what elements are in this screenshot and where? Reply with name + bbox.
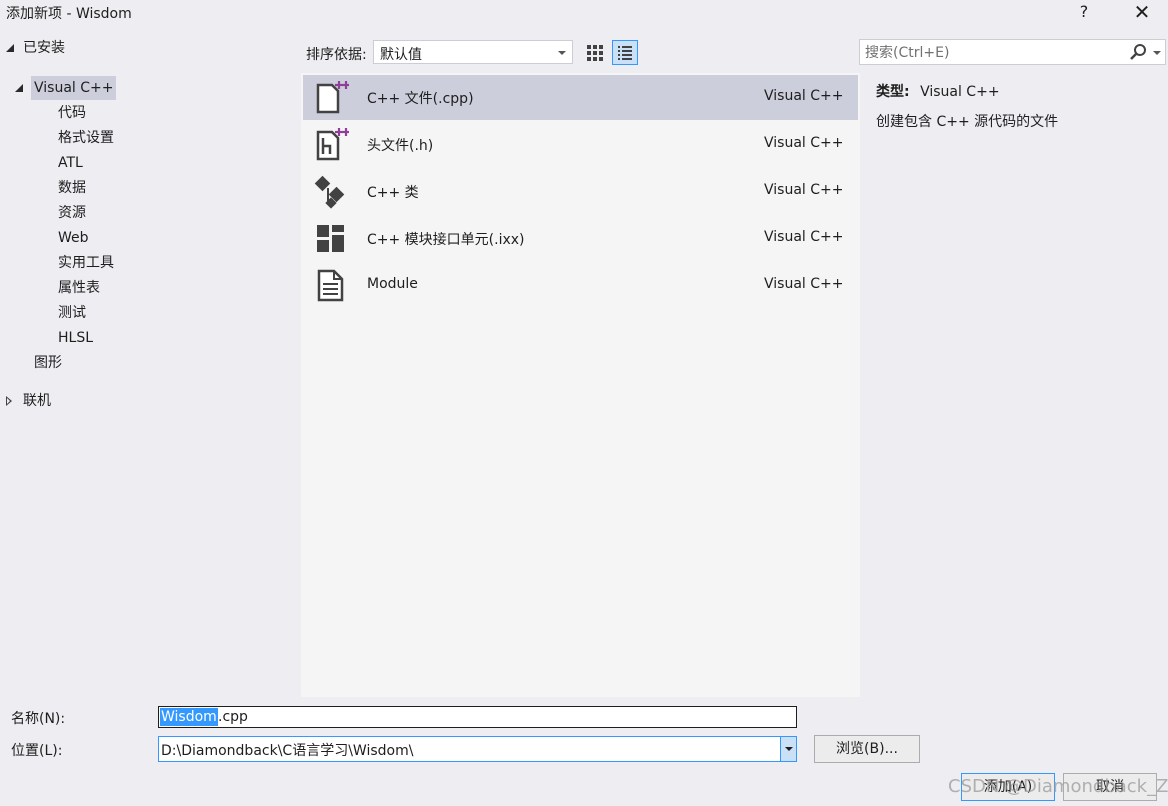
browse-button[interactable]: 浏览(B)...: [814, 735, 920, 763]
location-dropdown-button[interactable]: [780, 737, 796, 761]
tree-item-hlsl[interactable]: HLSL: [58, 326, 93, 350]
title-bar: 添加新项 - Wisdom ? ✕: [0, 0, 1168, 26]
module-document-icon: [317, 269, 344, 302]
template-language: Visual C++: [764, 88, 844, 104]
template-language: Visual C++: [764, 229, 844, 245]
template-name: Module: [367, 276, 418, 292]
search-icon[interactable]: [1129, 43, 1147, 61]
template-item-cpp-file[interactable]: C++ 文件(.cpp) Visual C++: [303, 75, 858, 120]
tree-item-formatting[interactable]: 格式设置: [58, 126, 114, 150]
search-input[interactable]: [860, 40, 1127, 66]
template-name: C++ 文件(.cpp): [367, 91, 474, 107]
template-item-cpp-class[interactable]: C++ 类 Visual C++: [303, 169, 858, 214]
template-category-tree: 已安装 Visual C++ 代码 格式设置 ATL 数据 资源 Web 实用工…: [0, 30, 300, 700]
template-item-module[interactable]: Module Visual C++: [303, 263, 858, 308]
details-type-row: 类型: Visual C++: [876, 82, 1161, 112]
name-extension-text: .cpp: [218, 709, 248, 725]
search-box[interactable]: [859, 39, 1166, 66]
grid-view-icon: [587, 45, 603, 61]
template-language: Visual C++: [764, 276, 844, 292]
header-file-icon: [316, 128, 349, 161]
tree-item-web[interactable]: Web: [58, 226, 89, 250]
template-item-module-interface[interactable]: C++ 模块接口单元(.ixx) Visual C++: [303, 216, 858, 261]
template-language: Visual C++: [764, 182, 844, 198]
cpp-file-icon: [316, 81, 349, 114]
tree-item-atl[interactable]: ATL: [58, 151, 83, 175]
name-label: 名称(N):: [11, 711, 66, 727]
location-value: D:\Diamondback\C语言学习\Wisdom\: [161, 743, 414, 759]
expanded-triangle-icon: [6, 44, 14, 52]
tree-item-data[interactable]: 数据: [58, 176, 86, 200]
tree-item-resources[interactable]: 资源: [58, 201, 86, 225]
location-label: 位置(L):: [11, 743, 63, 759]
tree-label-online: 联机: [23, 393, 51, 409]
details-type-value: Visual C++: [920, 84, 1000, 100]
location-field[interactable]: D:\Diamondback\C语言学习\Wisdom\: [158, 736, 797, 762]
chevron-down-icon: [785, 747, 793, 751]
sort-label: 排序依据:: [306, 47, 367, 63]
module-interface-icon: [317, 225, 344, 252]
sort-dropdown[interactable]: 默认值: [373, 40, 573, 64]
help-button[interactable]: ?: [1066, 0, 1102, 26]
collapsed-triangle-inner: [7, 398, 10, 404]
template-language: Visual C++: [764, 135, 844, 151]
details-type-label: 类型:: [876, 84, 910, 100]
template-name: C++ 模块接口单元(.ixx): [367, 232, 525, 248]
template-list: C++ 文件(.cpp) Visual C++ 头文件(.h) Visual C…: [301, 73, 860, 697]
list-view-button[interactable]: [612, 40, 638, 65]
tree-item-property-sheets[interactable]: 属性表: [58, 276, 100, 300]
window-title: 添加新项 - Wisdom: [6, 6, 132, 22]
chevron-down-icon: [558, 51, 566, 55]
tree-item-graphics[interactable]: 图形: [34, 351, 62, 375]
tree-item-test[interactable]: 测试: [58, 301, 86, 325]
tree-item-code[interactable]: 代码: [58, 101, 86, 125]
grid-view-button[interactable]: [582, 40, 608, 65]
tree-item-utility[interactable]: 实用工具: [58, 251, 114, 275]
sort-dropdown-value: 默认值: [380, 47, 422, 63]
list-view-icon: [618, 46, 632, 60]
cpp-class-icon: [314, 175, 345, 209]
template-name: 头文件(.h): [367, 138, 434, 154]
sort-toolbar: 排序依据: 默认值: [300, 36, 860, 70]
template-name: C++ 类: [367, 185, 419, 201]
name-field[interactable]: Wisdom .cpp: [158, 706, 797, 728]
expanded-triangle-icon: [15, 84, 23, 92]
name-selected-text: Wisdom: [160, 708, 218, 726]
watermark: CSDN @Diamondback_Z: [948, 776, 1168, 797]
close-button[interactable]: ✕: [1124, 0, 1160, 26]
template-item-header-file[interactable]: 头文件(.h) Visual C++: [303, 122, 858, 167]
tree-label-visual-cpp: Visual C++: [31, 76, 117, 100]
template-details: 类型: Visual C++ 创建包含 C++ 源代码的文件: [876, 82, 1161, 142]
search-options-chevron-icon[interactable]: [1153, 51, 1161, 55]
details-description: 创建包含 C++ 源代码的文件: [876, 114, 1059, 130]
tree-label-installed: 已安装: [23, 40, 65, 56]
